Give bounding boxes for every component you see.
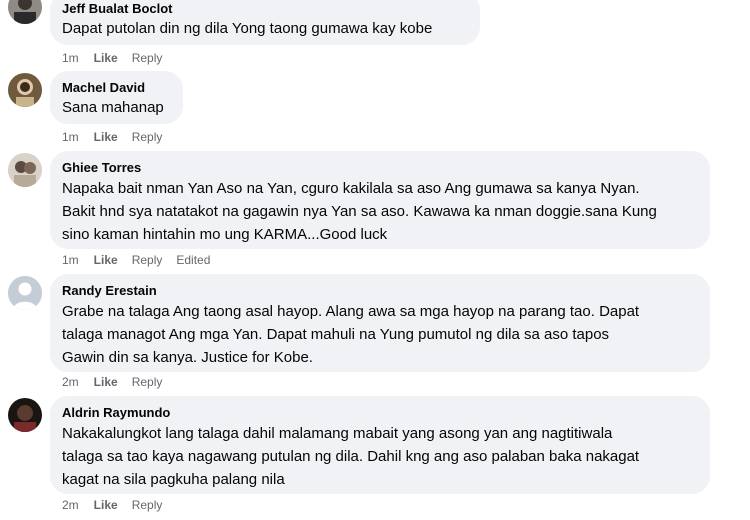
comment-timestamp[interactable]: 1m bbox=[62, 253, 79, 267]
comment-author[interactable]: Machel David bbox=[62, 79, 171, 97]
reply-button[interactable]: Reply bbox=[132, 375, 163, 389]
comment-text-line: Gawin din sa kanya. Justice for Kobe. bbox=[62, 349, 313, 366]
comment-text: Nakakalungkot lang talaga dahil malamang… bbox=[62, 422, 698, 491]
comment-text: Napaka bait nman Yan Aso na Yan, cguro k… bbox=[62, 177, 698, 246]
comment-actions: 2m Like Reply bbox=[62, 498, 176, 512]
avatar[interactable] bbox=[8, 153, 42, 187]
reply-button[interactable]: Reply bbox=[132, 51, 163, 65]
comment-timestamp[interactable]: 1m bbox=[62, 51, 79, 65]
like-button[interactable]: Like bbox=[94, 253, 118, 267]
avatar[interactable] bbox=[8, 73, 42, 107]
comment-text-line: Grabe na talaga Ang taong asal hayop. Al… bbox=[62, 303, 640, 320]
comment-actions: 1m Like Reply Edited bbox=[62, 253, 224, 267]
comment-bubble: Machel David Sana mahanap bbox=[50, 71, 183, 124]
avatar[interactable] bbox=[8, 0, 42, 24]
reply-button[interactable]: Reply bbox=[132, 498, 163, 512]
comment-text: Sana mahanap bbox=[62, 99, 164, 116]
comment-timestamp[interactable]: 1m bbox=[62, 130, 79, 144]
comment-timestamp[interactable]: 2m bbox=[62, 375, 79, 389]
comment-bubble: Ghiee Torres Napaka bait nman Yan Aso na… bbox=[50, 151, 710, 249]
like-button[interactable]: Like bbox=[94, 130, 118, 144]
comment-author[interactable]: Ghiee Torres bbox=[62, 159, 698, 177]
comment-bubble: Aldrin Raymundo Nakakalungkot lang talag… bbox=[50, 396, 710, 494]
comment-actions: 1m Like Reply bbox=[62, 130, 176, 144]
avatar[interactable] bbox=[8, 276, 42, 310]
like-button[interactable]: Like bbox=[94, 51, 118, 65]
comment-author[interactable]: Aldrin Raymundo bbox=[62, 404, 698, 422]
comment-actions: 2m Like Reply bbox=[62, 375, 176, 389]
comment-text-line: talaga managot Ang mga Yan. Dapat mahuli… bbox=[62, 326, 610, 343]
comment-text-line: talaga sa tao kaya nagawang putulan ng d… bbox=[62, 448, 640, 465]
comment-bubble: Randy Erestain Grabe na talaga Ang taong… bbox=[50, 274, 710, 372]
reply-button[interactable]: Reply bbox=[132, 130, 163, 144]
comment-text-line: sino kaman hintahin mo ung KARMA...Good … bbox=[62, 226, 388, 243]
like-button[interactable]: Like bbox=[94, 375, 118, 389]
comment-text-line: Bakit hnd sya natatakot na gagawin nya Y… bbox=[62, 203, 657, 220]
reply-button[interactable]: Reply bbox=[132, 253, 163, 267]
edited-label: Edited bbox=[176, 253, 211, 267]
comment-text-line: kagat na sila pagkuha palang nila bbox=[62, 471, 285, 488]
comment-text: Grabe na talaga Ang taong asal hayop. Al… bbox=[62, 300, 698, 369]
comment-text: Dapat putolan din ng dila Yong taong gum… bbox=[62, 20, 433, 37]
comment-actions: 1m Like Reply bbox=[62, 51, 176, 65]
avatar[interactable] bbox=[8, 398, 42, 432]
comment-author[interactable]: Randy Erestain bbox=[62, 282, 698, 300]
comment-text-line: Napaka bait nman Yan Aso na Yan, cguro k… bbox=[62, 180, 640, 197]
comment-timestamp[interactable]: 2m bbox=[62, 498, 79, 512]
like-button[interactable]: Like bbox=[94, 498, 118, 512]
comment-text-line: Nakakalungkot lang talaga dahil malamang… bbox=[62, 425, 613, 442]
comment-bubble: Jeff Bualat Boclot Dapat putolan din ng … bbox=[50, 0, 480, 45]
comment-author[interactable]: Jeff Bualat Boclot bbox=[62, 0, 468, 18]
